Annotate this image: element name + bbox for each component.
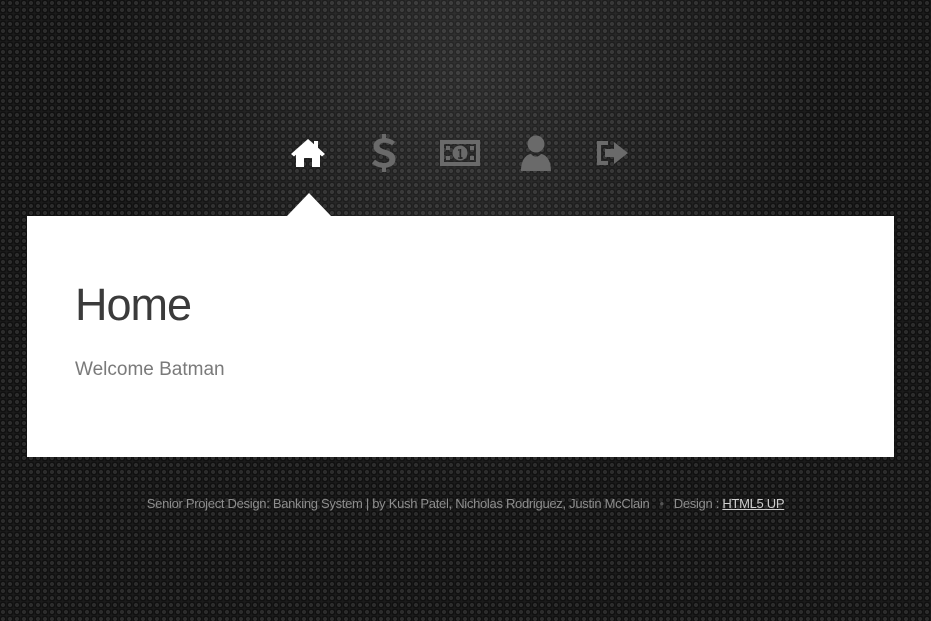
user-icon xyxy=(521,135,551,171)
page-title: Home xyxy=(75,279,192,330)
nav-dollar[interactable] xyxy=(360,129,408,177)
footer: Senior Project Design: Banking System | … xyxy=(0,496,931,511)
dollar-icon xyxy=(372,134,396,172)
main-panel: Home Welcome Batman xyxy=(27,216,894,457)
footer-credit: Senior Project Design: Banking System | … xyxy=(146,496,650,511)
nav-logout[interactable] xyxy=(588,129,636,177)
welcome-message: Welcome Batman xyxy=(75,359,225,380)
sign-out-icon xyxy=(597,141,628,165)
active-nav-pointer xyxy=(287,193,331,216)
footer-design-label: Design : xyxy=(673,496,723,511)
main-nav xyxy=(284,128,664,178)
nav-home[interactable] xyxy=(284,129,332,177)
money-bill-icon xyxy=(440,140,480,166)
home-icon xyxy=(291,139,325,167)
footer-separator: • xyxy=(659,496,664,511)
html5up-link[interactable]: HTML5 UP xyxy=(722,496,784,511)
nav-account[interactable] xyxy=(512,129,560,177)
nav-money[interactable] xyxy=(436,129,484,177)
